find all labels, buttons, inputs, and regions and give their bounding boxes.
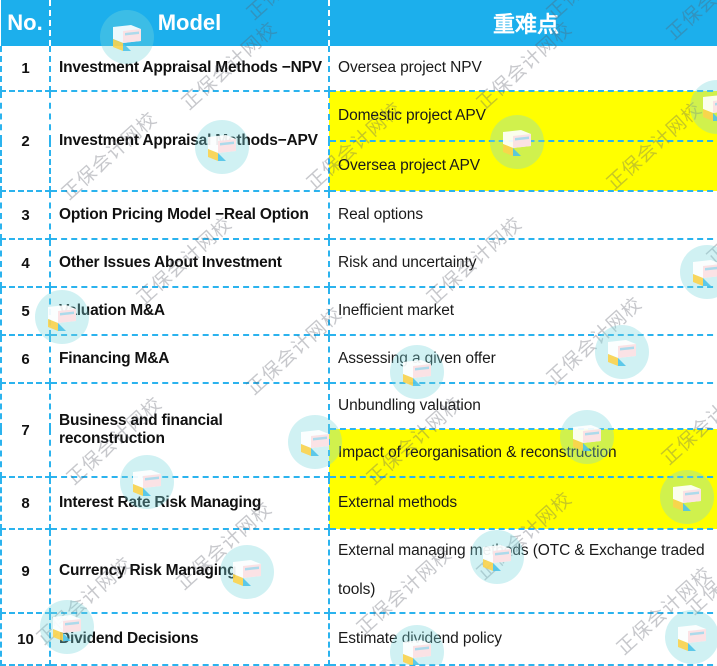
row-number: 9 xyxy=(0,529,51,614)
row-point: Unbundling valuation xyxy=(329,383,717,430)
row-model: Financing M&A xyxy=(50,335,330,384)
row-number: 7 xyxy=(0,383,51,478)
row-number: 10 xyxy=(0,613,51,666)
row-point: Impact of reorganisation & reconstructio… xyxy=(329,429,717,478)
row-number: 3 xyxy=(0,191,51,240)
row-model: Investment Appraisal Methods−APV xyxy=(50,91,330,192)
table-row: 10 Dividend Decisions Estimate dividend … xyxy=(0,613,717,666)
row-number: 2 xyxy=(0,91,51,192)
table-row: 9 Currency Risk Managing External managi… xyxy=(0,529,717,614)
row-number: 5 xyxy=(0,287,51,336)
row-point: Estimate dividend policy xyxy=(329,613,717,666)
row-point: Oversea project APV xyxy=(329,141,717,192)
table-body: 1 Investment Appraisal Methods −NPV Over… xyxy=(0,46,717,666)
row-number: 4 xyxy=(0,239,51,288)
column-header-model: Model xyxy=(50,0,330,46)
row-point: External methods xyxy=(329,477,717,530)
row-number: 1 xyxy=(0,46,51,92)
row-number: 8 xyxy=(0,477,51,530)
row-point: Oversea project NPV xyxy=(329,46,717,92)
table-row: 6 Financing M&A Assessing a given offer xyxy=(0,335,717,384)
row-model: Dividend Decisions xyxy=(50,613,330,666)
row-point: Inefficient market xyxy=(329,287,717,336)
table-header-row: No. Model 重难点 xyxy=(1,0,717,46)
table-row: 8 Interest Rate Risk Managing External m… xyxy=(0,477,717,530)
row-number: 6 xyxy=(0,335,51,384)
row-point: Risk and uncertainty xyxy=(329,239,717,288)
row-model: Option Pricing Model −Real Option xyxy=(50,191,330,240)
row-model: Currency Risk Managing xyxy=(50,529,330,614)
table-row: 5 Valuation M&A Inefficient market xyxy=(0,287,717,336)
table-row: 7 Business and financial reconstruction … xyxy=(0,383,717,478)
row-model: Valuation M&A xyxy=(50,287,330,336)
row-point: Real options xyxy=(329,191,717,240)
table-row: 4 Other Issues About Investment Risk and… xyxy=(0,239,717,288)
table-row: 1 Investment Appraisal Methods −NPV Over… xyxy=(0,46,717,92)
table-row: 3 Option Pricing Model −Real Option Real… xyxy=(0,191,717,240)
row-model: Investment Appraisal Methods −NPV xyxy=(50,46,330,92)
row-point: Domestic project APV xyxy=(329,91,717,142)
row-point: Assessing a given offer xyxy=(329,335,717,384)
table-row: 2 Investment Appraisal Methods−APV Domes… xyxy=(0,91,717,192)
row-model: Interest Rate Risk Managing xyxy=(50,477,330,530)
row-model: Other Issues About Investment xyxy=(50,239,330,288)
column-header-points: 重难点 xyxy=(329,0,717,46)
column-header-no: No. xyxy=(1,0,51,46)
key-points-table: No. Model 重难点 1 Investment Appraisal Met… xyxy=(0,0,717,666)
row-model: Business and financial reconstruction xyxy=(50,383,330,478)
row-point: External managing methods (OTC & Exchang… xyxy=(329,529,717,614)
